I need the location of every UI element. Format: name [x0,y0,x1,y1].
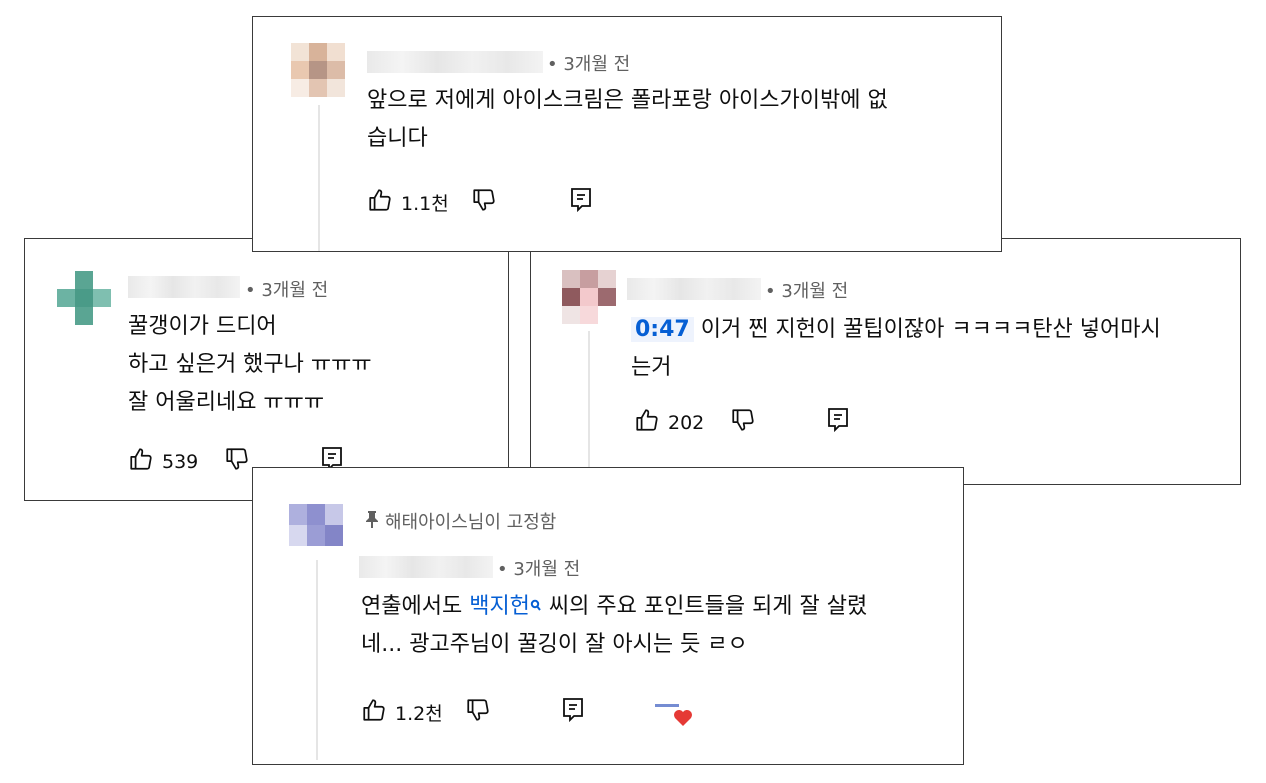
comment-line: 연출에서도 [361,594,470,619]
thumbs-up-icon[interactable] [367,187,393,218]
like-count: 202 [668,411,705,434]
comment-line: 꿀갱이가 드디어 [128,314,277,339]
thumbs-up-icon[interactable] [128,446,154,477]
comment-text: 앞으로 저에게 아이스크림은 폴라포랑 아이스가이밖에 없 습니다 [367,82,888,158]
reply-icon[interactable] [826,407,850,438]
comment-card-3: • 3개월 전 0:47 이거 찐 지헌이 꿀팁이잖아 ㅋㅋㅋㅋ탄산 넣어마시 … [530,238,1241,485]
mention-link[interactable]: 백지헌 [469,594,530,619]
thread-line [588,331,590,481]
comment-line: 하고 싶은거 했구나 ㅠㅠㅠ [128,352,372,377]
avatar[interactable] [289,504,343,546]
timestamp-link[interactable]: 0:47 [631,317,694,342]
comment-time: • 3개월 전 [245,280,329,301]
thumbs-up-icon[interactable] [634,407,660,438]
comment-actions: 202 [634,407,850,438]
comment-line: 네... 광고주님이 꿀깅이 잘 아시는 듯 ㄹㅇ [361,632,748,657]
thumbs-up-icon[interactable] [361,697,387,728]
comment-card-pinned: 해태아이스님이 고정함 • 3개월 전 연출에서도 백지헌 씨의 주요 포인트들… [252,467,964,765]
comment-line: 앞으로 저에게 아이스크림은 폴라포랑 아이스가이밖에 없 [367,88,888,113]
like-count: 539 [162,450,199,473]
comment-actions: 1.1천 [367,187,593,218]
comment-card-1: • 3개월 전 앞으로 저에게 아이스크림은 폴라포랑 아이스가이밖에 없 습니… [252,16,1002,252]
avatar[interactable] [57,271,111,325]
pin-icon [365,510,379,533]
author-name-blurred[interactable] [627,278,761,300]
thread-line [316,560,318,760]
comment-line: 이거 찐 지헌이 꿀팁이잖아 ㅋㅋㅋㅋ탄산 넣어마시 [700,317,1161,342]
comment-actions: 1.2천 [361,697,695,728]
reply-icon[interactable] [561,697,585,728]
comment-card-2: • 3개월 전 꿀갱이가 드디어 하고 싶은거 했구나 ㅠㅠㅠ 잘 어울리네요 … [24,238,509,501]
thumbs-down-icon[interactable] [224,446,250,477]
reply-icon[interactable] [569,187,593,218]
author-name-blurred[interactable] [128,276,240,298]
comment-line: 습니다 [367,126,428,151]
comment-line: 는거 [631,355,672,380]
thumbs-down-icon[interactable] [465,697,491,728]
author-name-blurred[interactable] [367,51,543,73]
comment-time: • 3개월 전 [497,559,581,580]
comment-text: 0:47 이거 찐 지헌이 꿀팁이잖아 ㅋㅋㅋㅋ탄산 넣어마시 는거 [631,311,1161,387]
comment-line: 잘 어울리네요 ㅠㅠㅠ [128,390,325,415]
pinned-label: 해태아이스님이 고정함 [365,508,556,534]
comment-text: 연출에서도 백지헌 씨의 주요 포인트들을 되게 잘 살렸 네... 광고주님이… [361,588,867,664]
thread-line [318,105,320,251]
avatar[interactable] [562,270,616,324]
comment-line: 씨의 주요 포인트들을 되게 잘 살렸 [541,594,868,619]
pinned-text: 해태아이스님이 고정함 [385,512,557,533]
avatar[interactable] [291,43,345,97]
like-count: 1.2천 [395,703,443,725]
comment-time: • 3개월 전 [765,281,849,302]
creator-heart-icon [654,698,695,728]
thumbs-down-icon[interactable] [471,187,497,218]
search-icon[interactable] [530,588,542,626]
thumbs-down-icon[interactable] [730,407,756,438]
comment-text: 꿀갱이가 드디어 하고 싶은거 했구나 ㅠㅠㅠ 잘 어울리네요 ㅠㅠㅠ [128,308,372,422]
author-name-blurred[interactable] [359,556,493,578]
comment-time: • 3개월 전 [547,54,631,75]
like-count: 1.1천 [401,193,449,215]
